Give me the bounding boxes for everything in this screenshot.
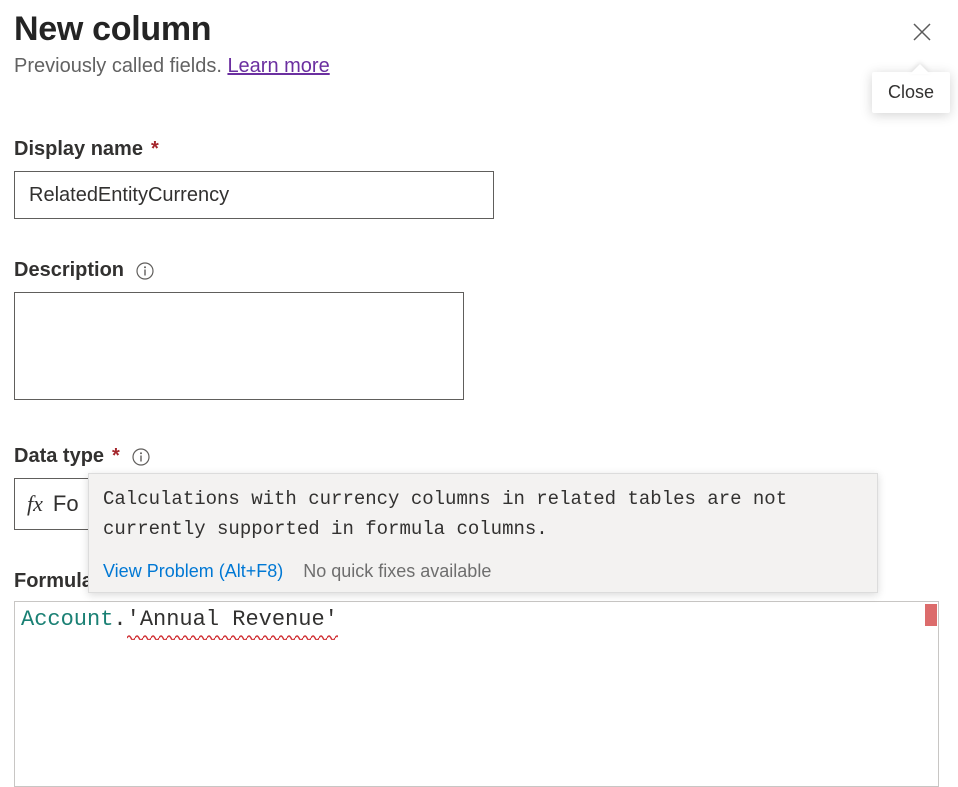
required-asterisk: * xyxy=(151,138,159,161)
formula-line: Account.'Annual Revenue' xyxy=(21,606,932,635)
formula-token-entity: Account xyxy=(21,606,113,635)
no-quick-fixes-label: No quick fixes available xyxy=(303,561,491,582)
view-problem-link[interactable]: View Problem (Alt+F8) xyxy=(103,561,283,582)
error-squiggly-underline xyxy=(127,634,338,640)
formula-token-property-text: 'Annual Revenue' xyxy=(127,607,338,632)
required-asterisk: * xyxy=(112,445,120,468)
display-name-label: Display name * xyxy=(14,138,944,161)
subtitle-prefix: Previously called fields. xyxy=(14,55,227,77)
formula-label-text: Formula xyxy=(14,570,93,592)
subtitle: Previously called fields. Learn more xyxy=(14,55,330,78)
error-popover: Calculations with currency columns in re… xyxy=(88,473,878,593)
data-type-value: Fo xyxy=(53,491,79,517)
info-icon[interactable] xyxy=(132,448,150,466)
close-icon xyxy=(910,20,934,47)
data-type-label: Data type * xyxy=(14,445,944,468)
error-message: Calculations with currency columns in re… xyxy=(89,474,877,555)
fx-icon: fx xyxy=(27,491,43,517)
description-textarea[interactable] xyxy=(14,292,464,400)
formula-token-property: 'Annual Revenue' xyxy=(127,606,338,635)
formula-token-dot: . xyxy=(113,606,126,635)
close-tooltip: Close xyxy=(872,72,950,113)
info-icon[interactable] xyxy=(136,262,154,280)
display-name-input[interactable] xyxy=(14,171,494,219)
formula-editor[interactable]: Account.'Annual Revenue' xyxy=(14,601,939,787)
learn-more-link[interactable]: Learn more xyxy=(227,55,329,77)
page-title: New column xyxy=(14,10,330,49)
display-name-label-text: Display name xyxy=(14,138,143,161)
close-button[interactable] xyxy=(906,16,938,51)
data-type-label-text: Data type xyxy=(14,445,104,468)
description-label: Description xyxy=(14,259,944,282)
description-label-text: Description xyxy=(14,259,124,282)
formula-scrollbar-marker[interactable] xyxy=(925,604,937,626)
